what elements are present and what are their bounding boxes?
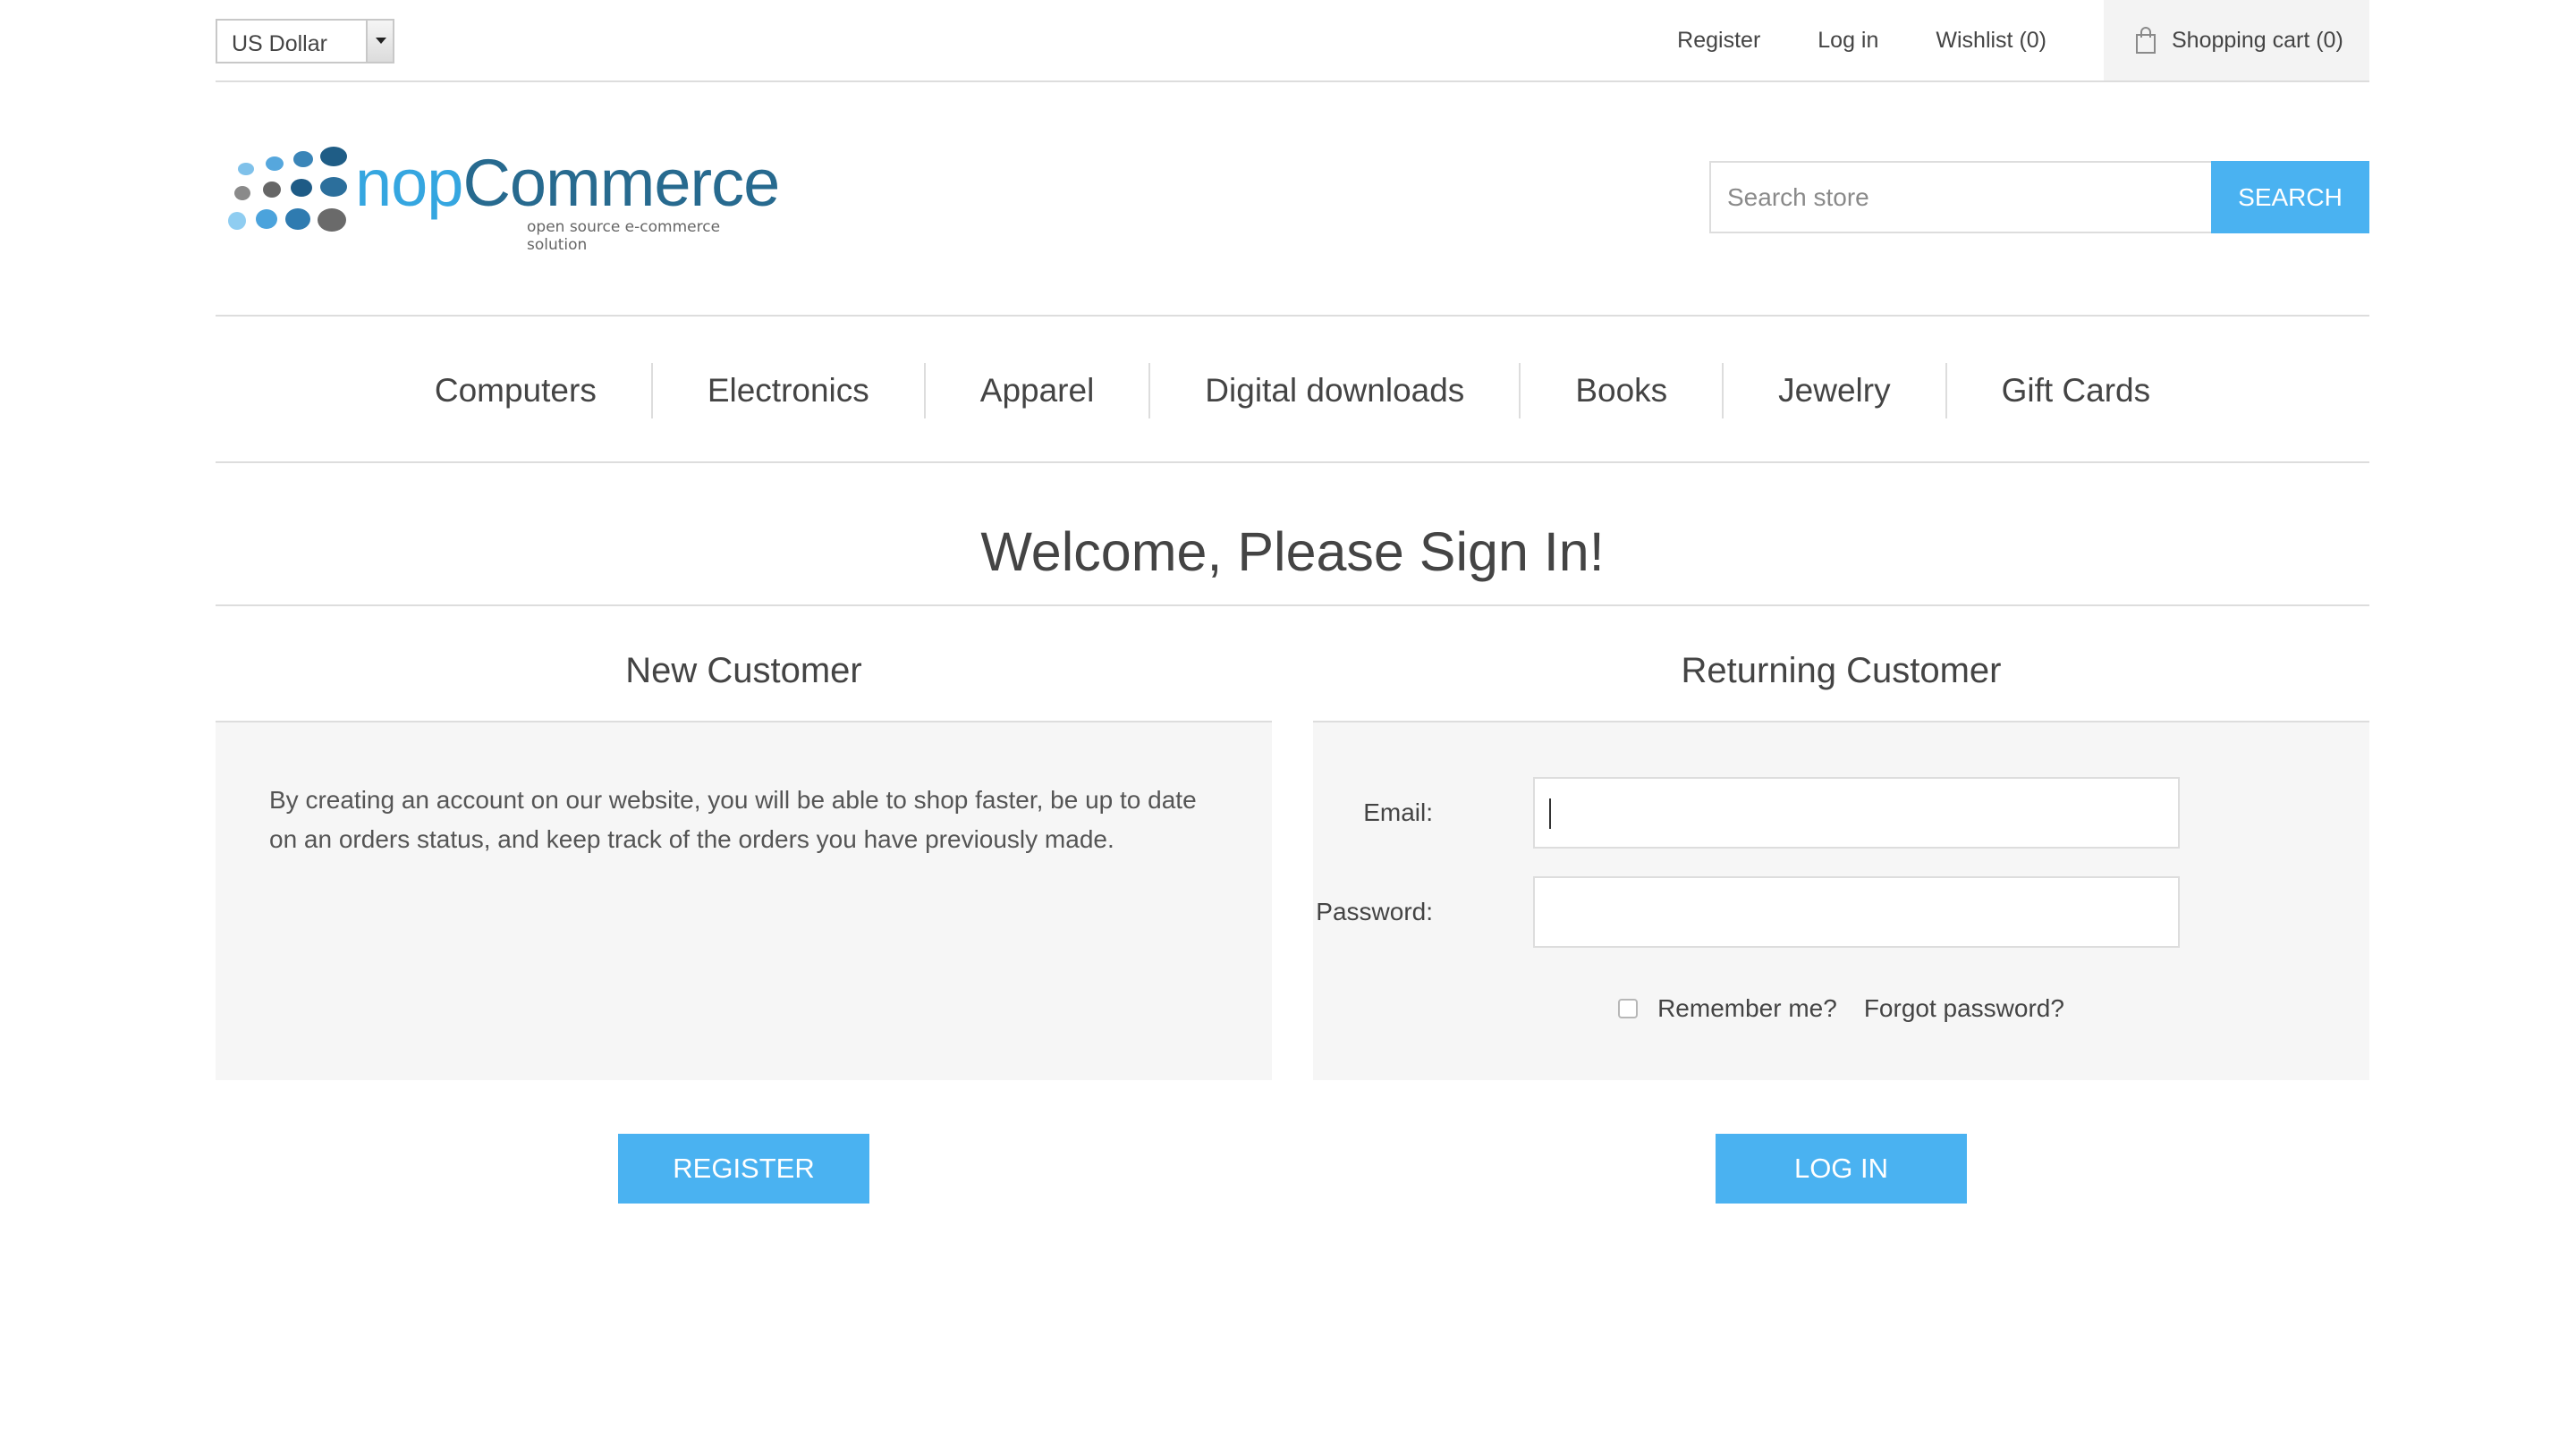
currency-selector-value: US Dollar — [232, 31, 327, 56]
email-field[interactable] — [1533, 777, 2180, 849]
returning-customer-panel: Email: Password: Remember me? Forgot pas… — [1313, 722, 2369, 1080]
new-customer-panel: By creating an account on our website, y… — [216, 722, 1272, 1080]
page-title-block: Welcome, Please Sign In! — [216, 463, 2369, 606]
logo-wordmark: nopCommerce — [355, 146, 780, 220]
forgot-password-link[interactable]: Forgot password? — [1864, 994, 2064, 1023]
login-link[interactable]: Log in — [1818, 28, 1878, 54]
new-customer-block: New Customer By creating an account on o… — [216, 606, 1272, 1204]
search-box: SEARCH — [1709, 161, 2369, 233]
header-upper: US Dollar Register Log in Wishlist (0) S… — [216, 0, 2369, 82]
returning-customer-title: Returning Customer — [1313, 606, 2369, 722]
header-lower: nopCommerce open source e-commerce solut… — [216, 82, 2369, 317]
search-button[interactable]: SEARCH — [2211, 161, 2369, 233]
nav-item-books[interactable]: Books — [1519, 363, 1722, 418]
login-button[interactable]: LOG IN — [1716, 1134, 1967, 1204]
nav-item-gift-cards[interactable]: Gift Cards — [1945, 363, 2206, 418]
shopping-bag-icon — [2136, 27, 2156, 54]
page-title: Welcome, Please Sign In! — [980, 521, 1605, 582]
currency-selector[interactable]: US Dollar — [216, 19, 394, 63]
new-customer-text: By creating an account on our website, y… — [269, 786, 1197, 853]
logo-tagline: open source e-commerce solution — [527, 218, 721, 254]
text-caret — [1549, 798, 1551, 829]
header-links: Register Log in Wishlist (0) Shopping ca… — [1677, 0, 2369, 80]
top-menu: Computers Electronics Apparel Digital do… — [216, 318, 2369, 463]
store-logo[interactable]: nopCommerce open source e-commerce solut… — [223, 145, 780, 254]
search-input[interactable] — [1709, 161, 2211, 233]
new-customer-title: New Customer — [216, 606, 1272, 722]
wishlist-link[interactable]: Wishlist (0) — [1936, 28, 2046, 54]
nav-item-electronics[interactable]: Electronics — [650, 363, 924, 418]
password-label: Password: — [1316, 898, 1433, 925]
shopping-cart-link[interactable]: Shopping cart (0) — [2104, 0, 2369, 80]
email-label: Email: — [1363, 798, 1433, 826]
nav-item-digital-downloads[interactable]: Digital downloads — [1148, 363, 1519, 418]
returning-customer-block: Returning Customer Email: Password: Reme… — [1313, 606, 2369, 1204]
email-row: Email: — [1313, 777, 2369, 849]
nav-item-apparel[interactable]: Apparel — [923, 363, 1149, 418]
chevron-down-icon[interactable] — [366, 21, 393, 62]
remember-me-checkbox[interactable] — [1618, 999, 1639, 1018]
remember-me-label[interactable]: Remember me? — [1657, 994, 1837, 1023]
nav-item-computers[interactable]: Computers — [380, 363, 651, 418]
password-field[interactable] — [1533, 876, 2180, 948]
remember-row: Remember me? Forgot password? — [1313, 991, 2369, 1026]
logo-dots-icon — [228, 147, 347, 232]
password-row: Password: — [1313, 876, 2369, 948]
register-button[interactable]: REGISTER — [618, 1134, 869, 1204]
nav-item-jewelry[interactable]: Jewelry — [1722, 363, 1945, 418]
register-link[interactable]: Register — [1677, 28, 1760, 54]
shopping-cart-label: Shopping cart (0) — [2172, 27, 2343, 53]
